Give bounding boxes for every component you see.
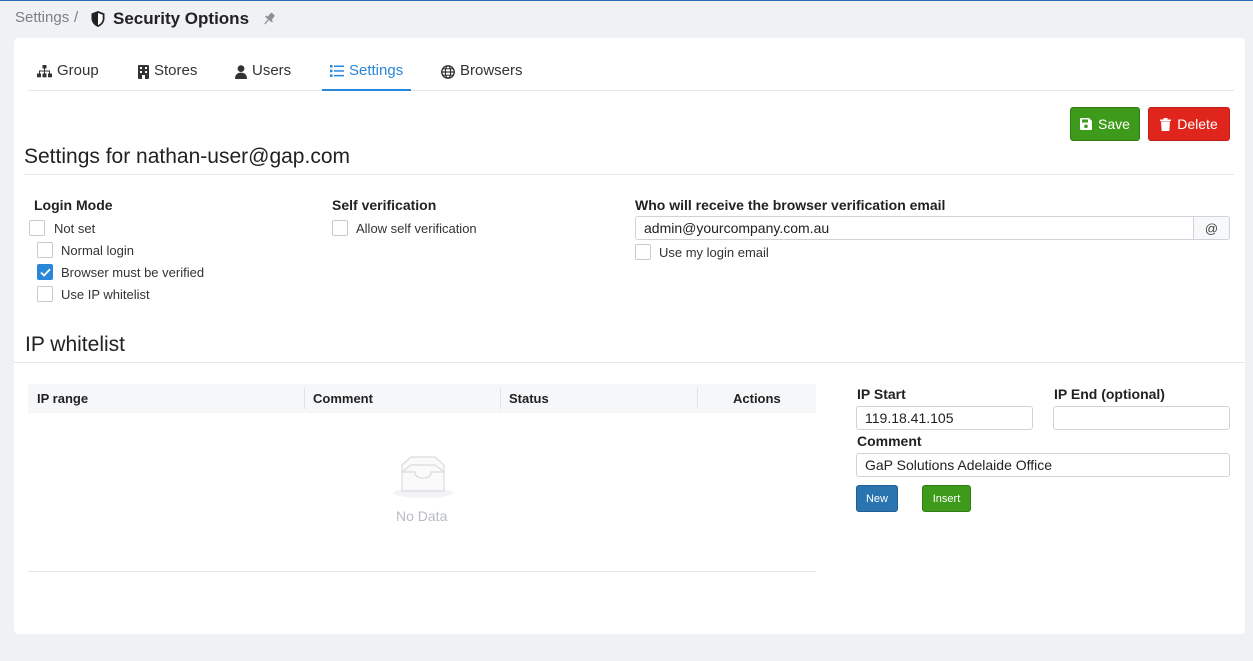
column-separator [500,388,501,409]
page-title: Security Options [113,9,250,28]
tab-group-label: Group [57,62,99,79]
tab-users[interactable]: Users [235,62,291,91]
globe-icon [441,65,455,79]
comment-label: Comment [857,433,922,449]
ip-end-label: IP End (optional) [1054,386,1165,402]
settings-heading: Settings for nathan-user@gap.com [24,145,350,168]
trash-icon [1160,117,1172,131]
ip-start-label: IP Start [857,386,906,402]
breadcrumb-separator: / [74,9,79,26]
sitemap-icon [37,65,52,78]
login-mode-label: Login Mode [34,197,113,213]
insert-button[interactable]: Insert [922,485,971,512]
login-mode-normal[interactable]: Normal login [37,242,134,258]
checkbox[interactable] [29,220,45,236]
email-addon: @ [1194,216,1230,240]
checkbox[interactable] [37,242,53,258]
breadcrumb-root-link[interactable]: Settings [15,9,69,26]
login-mode-normal-label: Normal login [61,242,134,258]
verification-email-input[interactable] [635,216,1194,240]
settings-divider [24,174,1234,175]
tab-settings-label: Settings [349,62,404,79]
empty-state-text: No Data [396,508,448,524]
allow-self-verification[interactable]: Allow self verification [332,220,477,236]
checkbox[interactable] [37,286,53,302]
building-icon [138,65,149,79]
allow-self-verification-label: Allow self verification [356,220,477,236]
comment-input[interactable] [856,453,1230,477]
column-separator [697,388,698,409]
tab-group[interactable]: Group [37,62,99,91]
verification-email-label: Who will receive the browser verificatio… [635,197,946,213]
checkbox[interactable] [635,244,651,260]
ip-grid-header: IP range Comment Status Actions [28,384,816,413]
column-ip-range[interactable]: IP range [37,391,88,406]
tab-stores[interactable]: Stores [138,62,197,91]
column-separator [304,388,305,409]
tab-users-label: Users [252,62,292,79]
delete-button-label: Delete [1177,116,1218,132]
save-button-label: Save [1098,116,1130,132]
empty-inbox-icon [393,456,453,498]
login-mode-ip-whitelist[interactable]: Use IP whitelist [37,286,150,302]
login-mode-browser-verified[interactable]: Browser must be verified [37,264,204,280]
floppy-disk-icon [1080,118,1093,130]
checkbox[interactable] [332,220,348,236]
user-icon [235,65,247,79]
column-actions: Actions [733,391,781,406]
save-button[interactable]: Save [1070,107,1140,141]
use-login-email[interactable]: Use my login email [635,244,769,260]
column-comment[interactable]: Comment [313,391,373,406]
shield-icon [91,11,105,27]
tab-browsers[interactable]: Browsers [441,62,523,91]
pin-icon[interactable] [262,12,276,26]
login-mode-browser-verified-label: Browser must be verified [61,264,205,280]
settings-card: Group Stores Users Settings Browsers Sav… [14,38,1245,634]
delete-button[interactable]: Delete [1148,107,1230,141]
ip-whitelist-divider [14,362,1245,363]
tab-browsers-label: Browsers [460,62,523,79]
tab-settings[interactable]: Settings [322,62,412,91]
login-mode-not-set[interactable]: Not set [29,220,95,236]
ip-grid-bottom [28,571,816,572]
tab-stores-label: Stores [154,62,198,79]
self-verification-label: Self verification [332,197,437,213]
login-mode-ip-whitelist-label: Use IP whitelist [61,286,150,302]
use-login-email-label: Use my login email [659,244,769,260]
list-icon [330,65,344,77]
login-mode-not-set-label: Not set [54,220,96,236]
breadcrumb: Settings / Security Options [0,1,1253,37]
ip-end-input[interactable] [1053,406,1230,430]
tab-bar: Group Stores Users Settings Browsers [28,56,1234,91]
ip-start-input[interactable] [856,406,1033,430]
column-status[interactable]: Status [509,391,549,406]
checkmark-icon [39,268,51,277]
checkbox-checked[interactable] [37,264,53,280]
new-button[interactable]: New [856,485,898,512]
ip-whitelist-heading: IP whitelist [25,333,125,356]
